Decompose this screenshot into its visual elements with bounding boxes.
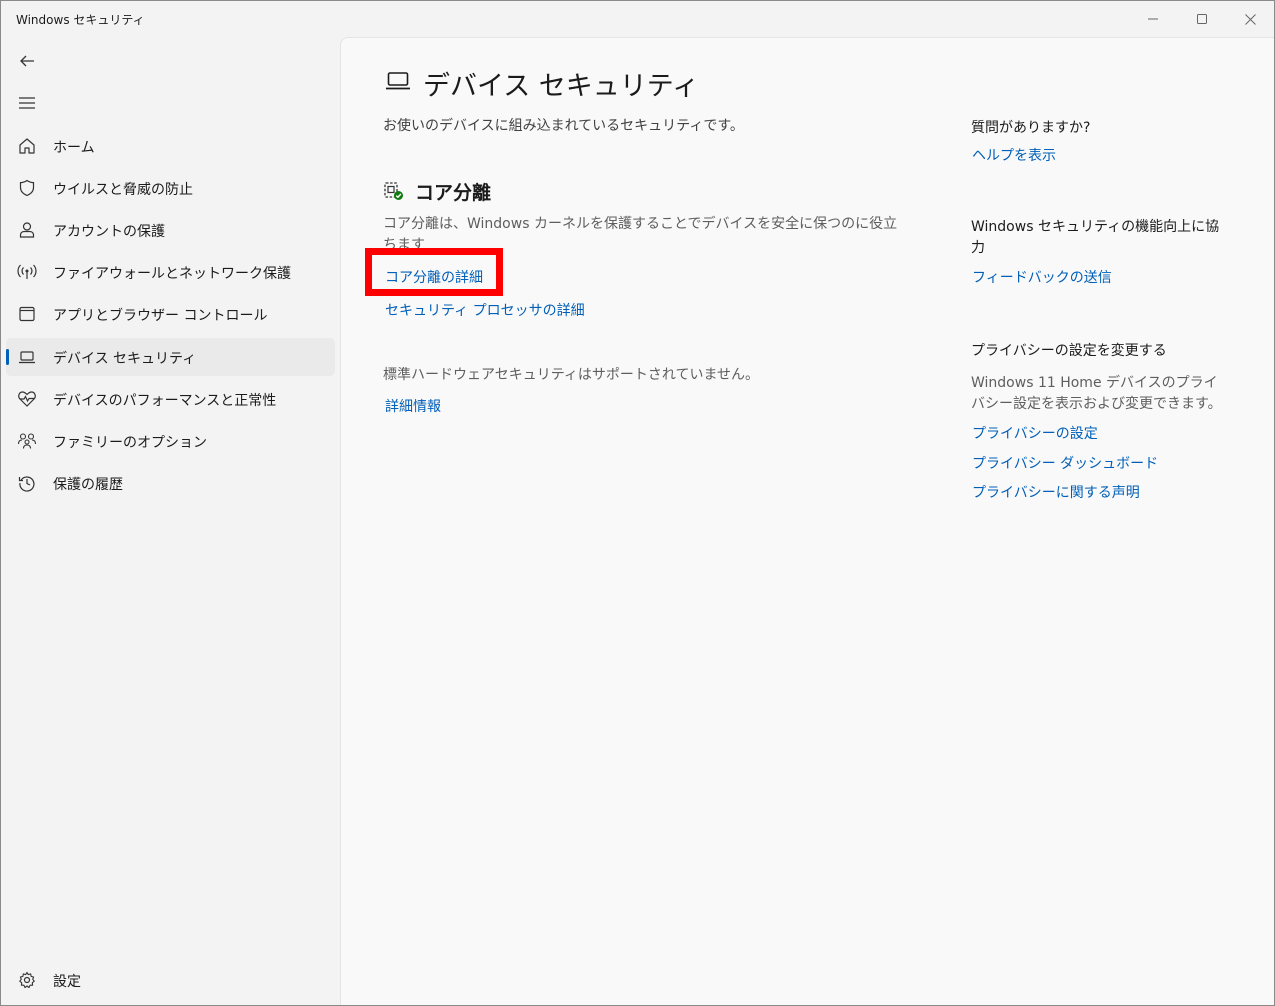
title-bar[interactable]: Windows セキュリティ xyxy=(1,1,1274,37)
sidebar-item-label: ファイアウォールとネットワーク保護 xyxy=(53,266,291,282)
close-icon xyxy=(1244,13,1256,25)
core-isolation-details-link[interactable]: コア分離の詳細 xyxy=(385,267,483,287)
hamburger-icon xyxy=(19,97,35,109)
sidebar-item-settings[interactable]: 設定 xyxy=(6,961,335,999)
sidebar-item-label: ファミリーのオプション xyxy=(53,435,207,451)
security-processor-details-link[interactable]: セキュリティ プロセッサの詳細 xyxy=(385,300,585,320)
minimize-button[interactable] xyxy=(1129,1,1177,37)
gear-icon xyxy=(17,970,37,990)
menu-button[interactable] xyxy=(5,85,49,121)
shield-icon xyxy=(17,178,37,198)
improve-heading: Windows セキュリティの機能向上に協力 xyxy=(971,219,1220,256)
core-isolation-icon xyxy=(383,180,405,206)
person-icon xyxy=(17,220,37,240)
sidebar-item-label: デバイス セキュリティ xyxy=(53,351,197,367)
sidebar-item-device-security[interactable]: デバイス セキュリティ xyxy=(6,338,335,376)
privacy-statement-link[interactable]: プライバシーに関する声明 xyxy=(972,482,1140,502)
sidebar-item-protection-history[interactable]: 保護の履歴 xyxy=(6,464,335,502)
maximize-button[interactable] xyxy=(1178,1,1226,37)
sidebar-item-virus-protection[interactable]: ウイルスと脅威の防止 xyxy=(6,169,335,207)
sidebar-item-account-protection[interactable]: アカウントの保護 xyxy=(6,211,335,249)
heart-pulse-icon xyxy=(17,389,37,409)
app-window: Windows セキュリティ ホーム ウイルスと脅威の防止 アカウントの保護 フ… xyxy=(0,0,1275,1006)
page-description: お使いのデバイスに組み込まれているセキュリティです。 xyxy=(383,118,744,134)
back-button[interactable] xyxy=(5,43,49,79)
sidebar-item-device-performance[interactable]: デバイスのパフォーマンスと正常性 xyxy=(6,380,335,418)
window-title: Windows セキュリティ xyxy=(16,13,145,27)
sidebar-item-home[interactable]: ホーム xyxy=(6,127,335,165)
core-isolation-title: コア分離 xyxy=(415,182,492,204)
sidebar-item-label: 保護の履歴 xyxy=(53,477,123,493)
privacy-description: Windows 11 Home デバイスのプライバシー設定を表示および変更できま… xyxy=(971,375,1222,412)
sidebar-item-family-options[interactable]: ファミリーのオプション xyxy=(6,422,335,460)
laptop-icon xyxy=(385,70,411,96)
send-feedback-link[interactable]: フィードバックの送信 xyxy=(972,267,1112,287)
antenna-icon xyxy=(17,262,37,282)
selection-indicator xyxy=(6,349,9,365)
sidebar-item-firewall[interactable]: ファイアウォールとネットワーク保護 xyxy=(6,253,335,291)
help-heading: 質問がありますか? xyxy=(971,120,1091,136)
privacy-settings-link[interactable]: プライバシーの設定 xyxy=(972,423,1098,443)
hardware-security-note: 標準ハードウェアセキュリティはサポートされていません。 xyxy=(383,367,760,383)
home-icon xyxy=(17,136,37,156)
laptop-icon xyxy=(17,347,37,367)
sidebar-item-label: アプリとブラウザー コントロール xyxy=(53,308,268,324)
family-icon xyxy=(17,431,37,451)
history-icon xyxy=(17,473,37,493)
sidebar-item-label: デバイスのパフォーマンスと正常性 xyxy=(53,393,277,409)
arrow-left-icon xyxy=(20,55,34,67)
sidebar-item-label: アカウントの保護 xyxy=(53,224,165,240)
sidebar-item-label: ホーム xyxy=(53,140,95,156)
privacy-dashboard-link[interactable]: プライバシー ダッシュボード xyxy=(972,453,1158,473)
page-title: デバイス セキュリティ xyxy=(423,71,700,102)
privacy-heading: プライバシーの設定を変更する xyxy=(971,343,1167,359)
maximize-icon xyxy=(1197,14,1207,24)
minimize-icon xyxy=(1148,18,1158,20)
main-content: デバイス セキュリティ お使いのデバイスに組み込まれているセキュリティです。 コ… xyxy=(340,37,1274,1005)
app-window-icon xyxy=(17,304,37,324)
more-info-link[interactable]: 詳細情報 xyxy=(385,396,441,416)
sidebar-item-label: ウイルスと脅威の防止 xyxy=(53,182,193,198)
sidebar-item-app-browser-control[interactable]: アプリとブラウザー コントロール xyxy=(6,295,335,333)
sidebar-item-label: 設定 xyxy=(53,974,81,990)
get-help-link[interactable]: ヘルプを表示 xyxy=(972,145,1056,165)
close-button[interactable] xyxy=(1226,1,1274,37)
